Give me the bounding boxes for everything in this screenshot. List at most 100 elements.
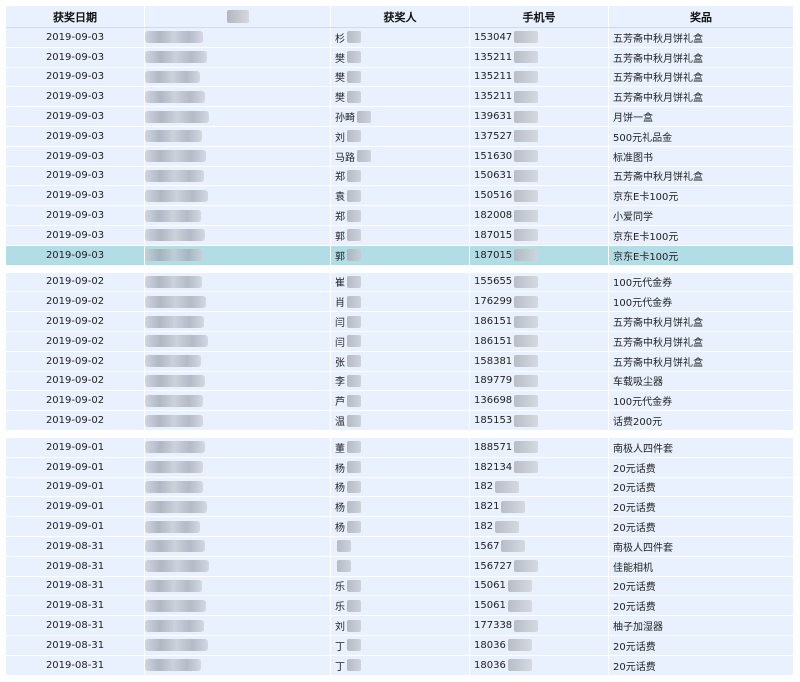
table-row[interactable]: 2019-09-03 马路 151630 标准图书	[6, 146, 793, 167]
table-row[interactable]: 2019-09-03 郭 187015 京东E卡100元	[6, 245, 793, 266]
table-row[interactable]: 2019-09-02 张 158381 五芳斋中秋月饼礼盒	[6, 351, 793, 372]
redacted-cell	[145, 245, 331, 265]
table-row[interactable]: 2019-09-03 郭 187015 京东E卡100元	[6, 225, 793, 246]
redacted-cell	[145, 497, 331, 517]
winner-cell: 芦	[331, 391, 470, 411]
table-row[interactable]: 2019-08-31 乐 15061 20元话费	[6, 576, 793, 597]
phone-cell: 135211	[470, 67, 609, 87]
phone-cell: 15061	[470, 576, 609, 596]
redacted-phone	[514, 374, 539, 387]
table-body: 2019-09-03 杉 153047 五芳斋中秋月饼礼盒 2019-09-03 樊 135…	[6, 28, 793, 676]
table-row[interactable]: 2019-09-03 杉 153047 五芳斋中秋月饼礼盒	[6, 28, 793, 48]
winner-cell: 袁	[331, 186, 470, 206]
date-cell: 2019-08-31	[6, 596, 145, 616]
phone-cell: 153047	[470, 28, 609, 47]
phone-cell: 187015	[470, 225, 609, 245]
prize-cell: 京东E卡100元	[613, 231, 679, 243]
table-row[interactable]: 2019-09-03 郑 182008 小爱同学	[6, 206, 793, 226]
table-row[interactable]: 2019-09-03 孙畸 139631 月饼一盒	[6, 107, 793, 127]
table-row[interactable]: 2019-09-03 樊 135211 五芳斋中秋月饼礼盒	[6, 47, 793, 68]
date-cell: 2019-09-01	[6, 497, 145, 517]
date-cell: 2019-09-03	[6, 166, 145, 186]
table-row[interactable]: 2019-08-31 丁 18036 20元话费	[6, 655, 793, 676]
phone-number: 158381	[474, 355, 513, 367]
redacted-text	[145, 70, 200, 83]
redacted-phone	[495, 480, 520, 493]
winner-name: 孙畸	[335, 113, 355, 125]
redacted-name	[347, 51, 361, 64]
redacted-phone	[514, 560, 539, 573]
phone-number: 137527	[474, 130, 513, 142]
winners-table: 获奖日期 获奖人 手机号 奖品 2019-09-03 杉 153047 五芳斋中秋月饼…	[6, 6, 793, 676]
winner-cell	[331, 556, 470, 576]
redacted-text	[145, 51, 207, 64]
group-separator	[6, 265, 793, 273]
winner-cell: 樊	[331, 67, 470, 87]
table-row[interactable]: 2019-09-01 杨 182 20元话费	[6, 517, 793, 537]
table-row[interactable]: 2019-09-02 芦 136698 100元代金券	[6, 391, 793, 412]
winner-name: 樊	[335, 53, 345, 65]
prize-cell: 标准图书	[613, 152, 653, 164]
winner-name: 袁	[335, 192, 345, 204]
table-row[interactable]: 2019-08-31 156727 佳能相机	[6, 556, 793, 577]
redacted-cell	[145, 331, 331, 351]
date-cell: 2019-09-02	[6, 312, 145, 331]
phone-cell: 137527	[470, 126, 609, 146]
redacted-name	[347, 599, 361, 612]
winner-cell: 郑	[331, 166, 470, 186]
table-row[interactable]: 2019-09-01 杨 182 20元话费	[6, 477, 793, 498]
table-row[interactable]: 2019-08-31 刘 177338 柚子加湿器	[6, 616, 793, 636]
date-cell: 2019-09-03	[6, 28, 145, 47]
table-row[interactable]: 2019-09-02 闫 186151 五芳斋中秋月饼礼盒	[6, 312, 793, 332]
winner-cell: 刘	[331, 126, 470, 146]
table-row[interactable]: 2019-09-02 闫 186151 五芳斋中秋月饼礼盒	[6, 331, 793, 352]
table-row[interactable]: 2019-09-03 郑 150631 五芳斋中秋月饼礼盒	[6, 166, 793, 187]
redacted-cell	[145, 107, 331, 126]
winner-name: 杨	[335, 483, 345, 495]
table-row[interactable]: 2019-08-31 丁 18036 20元话费	[6, 635, 793, 656]
prize-cell: 南极人四件套	[613, 443, 673, 455]
phone-number: 155655	[474, 276, 513, 288]
winner-cell: 郑	[331, 206, 470, 225]
table-row[interactable]: 2019-09-03 樊 135211 五芳斋中秋月饼礼盒	[6, 87, 793, 108]
redacted-phone	[514, 335, 539, 348]
table-row[interactable]: 2019-09-02 崔 155655 100元代金券	[6, 272, 793, 293]
header-winner: 获奖人	[331, 6, 470, 27]
winner-name: 张	[335, 357, 345, 369]
table-row[interactable]: 2019-09-02 肖 176299 100元代金券	[6, 292, 793, 313]
table-row[interactable]: 2019-08-31 乐 15061 20元话费	[6, 596, 793, 617]
redacted-text	[145, 150, 206, 163]
winner-cell: 温	[331, 411, 470, 430]
redacted-name	[347, 394, 361, 407]
table-row[interactable]: 2019-09-03 刘 137527 500元礼品金	[6, 126, 793, 147]
date-cell: 2019-09-03	[6, 47, 145, 67]
phone-number: 135211	[474, 91, 513, 103]
table-row[interactable]: 2019-09-01 杨 182134 20元话费	[6, 457, 793, 478]
redacted-text	[145, 315, 204, 328]
table-row[interactable]: 2019-09-01 董 188571 南极人四件套	[6, 437, 793, 458]
table-row[interactable]: 2019-09-03 樊 135211 五芳斋中秋月饼礼盒	[6, 67, 793, 88]
table-row[interactable]: 2019-08-31 1567 南极人四件套	[6, 536, 793, 557]
winner-cell: 杨	[331, 497, 470, 517]
phone-cell: 182	[470, 517, 609, 536]
prize-cell: 20元话费	[613, 523, 656, 535]
phone-cell: 187015	[470, 245, 609, 265]
date-cell: 2019-09-02	[6, 331, 145, 351]
table-row[interactable]: 2019-09-02 温 185153 话费200元	[6, 411, 793, 431]
table-row[interactable]: 2019-09-03 袁 150516 京东E卡100元	[6, 186, 793, 207]
table-row[interactable]: 2019-09-02 李 189779 车载吸尘器	[6, 371, 793, 392]
date-cell: 2019-09-02	[6, 351, 145, 371]
date-cell: 2019-09-02	[6, 391, 145, 411]
prize-cell: 月饼一盒	[613, 113, 653, 125]
redacted-phone	[514, 394, 539, 407]
table-row[interactable]: 2019-09-01 杨 1821 20元话费	[6, 497, 793, 518]
phone-cell: 135211	[470, 87, 609, 107]
date-cell: 2019-09-02	[6, 371, 145, 391]
date-cell: 2019-09-03	[6, 245, 145, 265]
redacted-phone	[514, 275, 539, 288]
phone-cell: 135211	[470, 47, 609, 67]
phone-cell: 18036	[470, 635, 609, 655]
redacted-phone	[514, 295, 539, 308]
prize-cell: 五芳斋中秋月饼礼盒	[613, 33, 703, 45]
redacted-cell	[145, 536, 331, 556]
